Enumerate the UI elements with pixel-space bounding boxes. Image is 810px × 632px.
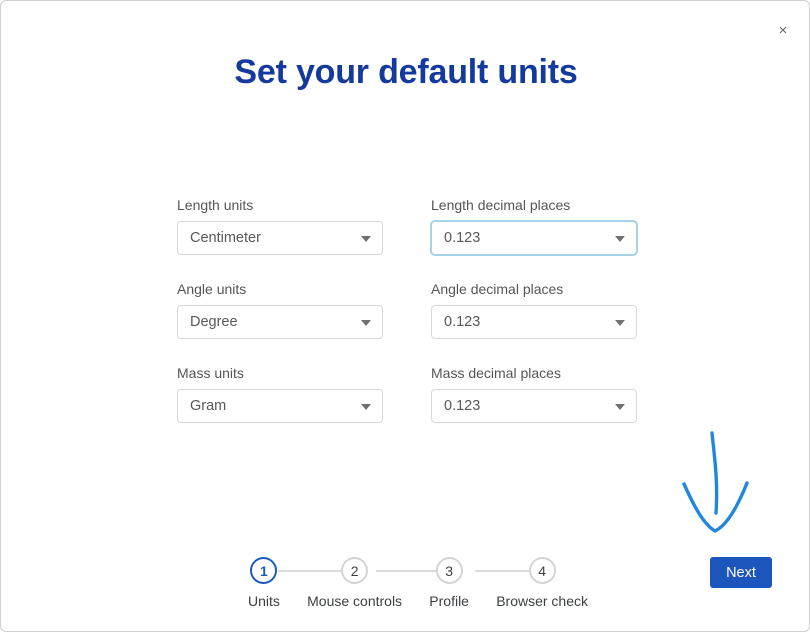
step-label: Browser check xyxy=(496,593,588,609)
select-value: Gram xyxy=(190,398,227,414)
set-default-units-dialog: × Set your default units Length units Ce… xyxy=(0,0,810,632)
step-number[interactable]: 4 xyxy=(528,557,556,584)
stepper-item-profile[interactable]: 3 Profile xyxy=(429,557,469,609)
select-value: 0.123 xyxy=(444,314,481,330)
select-value: 0.123 xyxy=(444,398,481,414)
close-icon[interactable]: × xyxy=(770,17,796,43)
field-label: Mass decimal places xyxy=(431,365,561,381)
step-label: Profile xyxy=(429,593,469,609)
angle-decimal-places-select[interactable]: 0.123 xyxy=(431,305,637,339)
length-decimal-places-select[interactable]: 0.123 xyxy=(431,221,637,255)
page-title: Set your default units xyxy=(234,53,578,91)
step-number[interactable]: 2 xyxy=(341,557,369,584)
step-number[interactable]: 3 xyxy=(435,557,463,584)
stepper-item-mouse-controls[interactable]: 2 Mouse controls xyxy=(307,557,402,609)
form-row: Mass units Gram Mass decimal places 0.12… xyxy=(177,365,637,423)
chevron-down-icon xyxy=(615,236,625,242)
chevron-down-icon xyxy=(361,236,371,242)
step-number[interactable]: 1 xyxy=(250,557,278,584)
field-mass-units: Mass units Gram xyxy=(177,365,383,423)
annotation-arrow-icon xyxy=(682,431,749,533)
stepper-item-units[interactable]: 1 Units xyxy=(248,557,280,609)
length-units-select[interactable]: Centimeter xyxy=(177,221,383,255)
field-label: Length decimal places xyxy=(431,197,571,213)
chevron-down-icon xyxy=(361,404,371,410)
units-form: Length units Centimeter Length decimal p… xyxy=(177,197,637,449)
stepper: 1 Units 2 Mouse controls 3 Profile 4 Bro… xyxy=(248,557,588,619)
field-label: Angle decimal places xyxy=(431,281,564,297)
field-mass-decimal-places: Mass decimal places 0.123 xyxy=(431,365,637,423)
field-length-decimal-places: Length decimal places 0.123 xyxy=(431,197,637,255)
field-label: Length units xyxy=(177,197,254,213)
mass-units-select[interactable]: Gram xyxy=(177,389,383,423)
select-value: 0.123 xyxy=(444,230,481,246)
chevron-down-icon xyxy=(615,404,625,410)
field-label: Angle units xyxy=(177,281,247,297)
chevron-down-icon xyxy=(361,320,371,326)
field-angle-units: Angle units Degree xyxy=(177,281,383,339)
form-row: Length units Centimeter Length decimal p… xyxy=(177,197,637,255)
field-angle-decimal-places: Angle decimal places 0.123 xyxy=(431,281,637,339)
chevron-down-icon xyxy=(615,320,625,326)
select-value: Centimeter xyxy=(190,230,261,246)
mass-decimal-places-select[interactable]: 0.123 xyxy=(431,389,637,423)
stepper-item-browser-check[interactable]: 4 Browser check xyxy=(496,557,588,609)
select-value: Degree xyxy=(190,314,238,330)
step-label: Mouse controls xyxy=(307,593,403,609)
step-label: Units xyxy=(248,593,280,609)
angle-units-select[interactable]: Degree xyxy=(177,305,383,339)
next-button[interactable]: Next xyxy=(710,557,772,588)
form-row: Angle units Degree Angle decimal places … xyxy=(177,281,637,339)
field-label: Mass units xyxy=(177,365,244,381)
field-length-units: Length units Centimeter xyxy=(177,197,383,255)
stepper-track: 1 Units 2 Mouse controls 3 Profile 4 Bro… xyxy=(248,557,588,619)
